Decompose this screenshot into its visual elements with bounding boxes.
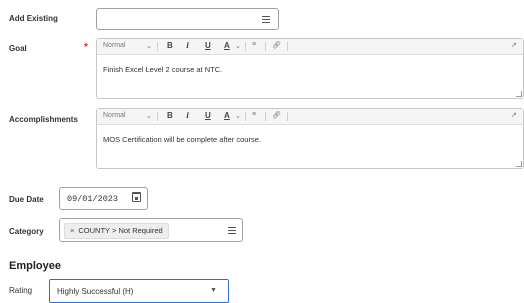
accomplishments-label: Accomplishments <box>9 115 78 124</box>
style-select[interactable]: Normal <box>103 112 126 119</box>
link-icon[interactable]: 🔗︎ <box>272 41 281 49</box>
list-icon[interactable] <box>228 227 236 234</box>
expand-icon[interactable]: ↗ <box>511 111 517 119</box>
chevron-down-icon[interactable]: ⌄ <box>146 42 152 50</box>
expand-icon[interactable]: ↗ <box>511 41 517 49</box>
required-indicator: * <box>84 42 88 53</box>
goal-editor[interactable]: Normal ⌄ B I U A ⌄ ≡ 🔗︎ ↗ Finish Excel L… <box>96 38 524 99</box>
chevron-down-icon[interactable]: ⌄ <box>146 112 152 120</box>
goal-label: Goal <box>9 44 27 53</box>
due-date-value[interactable]: 09/01/2023 <box>67 194 118 204</box>
accomplishments-editor[interactable]: Normal ⌄ B I U A ⌄ ≡ 🔗︎ ↗ MOS Certificat… <box>96 108 524 169</box>
add-existing-input[interactable] <box>96 8 279 30</box>
text-color-button[interactable]: A <box>224 41 230 50</box>
caret-down-icon[interactable]: ▼ <box>210 287 217 294</box>
due-date-label: Due Date <box>9 195 44 204</box>
category-tag-label: COUNTY > Not Required <box>78 226 163 235</box>
italic-button[interactable]: I <box>186 41 189 50</box>
rating-label: Rating <box>9 286 33 295</box>
resize-handle-icon[interactable] <box>516 91 522 97</box>
rating-select[interactable]: Highly Successful (H) ▼ <box>49 279 229 303</box>
underline-button[interactable]: U <box>205 41 211 50</box>
category-input[interactable]: × COUNTY > Not Required <box>59 218 243 242</box>
goal-text[interactable]: Finish Excel Level 2 course at NTC. <box>103 65 222 74</box>
category-tag[interactable]: × COUNTY > Not Required <box>64 223 169 239</box>
italic-button[interactable]: I <box>186 111 189 120</box>
close-icon[interactable]: × <box>70 226 74 235</box>
bullet-list-icon[interactable]: ≡ <box>252 111 256 118</box>
chevron-down-icon[interactable]: ⌄ <box>235 42 241 50</box>
add-existing-label: Add Existing <box>9 14 58 23</box>
rating-value: Highly Successful (H) <box>57 287 134 296</box>
bold-button[interactable]: B <box>167 41 173 50</box>
style-select[interactable]: Normal <box>103 42 126 49</box>
underline-button[interactable]: U <box>205 111 211 120</box>
chevron-down-icon[interactable]: ⌄ <box>235 112 241 120</box>
goal-toolbar: Normal ⌄ B I U A ⌄ ≡ 🔗︎ ↗ <box>97 39 523 55</box>
link-icon[interactable]: 🔗︎ <box>272 111 281 119</box>
list-icon[interactable] <box>262 16 270 23</box>
bold-button[interactable]: B <box>167 111 173 120</box>
calendar-icon[interactable] <box>132 192 141 202</box>
accomplishments-text[interactable]: MOS Certification will be complete after… <box>103 135 261 144</box>
resize-handle-icon[interactable] <box>516 161 522 167</box>
category-label: Category <box>9 227 44 236</box>
section-title: Employee <box>9 260 61 272</box>
accomplishments-toolbar: Normal ⌄ B I U A ⌄ ≡ 🔗︎ ↗ <box>97 109 523 125</box>
due-date-input[interactable]: 09/01/2023 <box>59 187 148 210</box>
text-color-button[interactable]: A <box>224 111 230 120</box>
bullet-list-icon[interactable]: ≡ <box>252 41 256 48</box>
